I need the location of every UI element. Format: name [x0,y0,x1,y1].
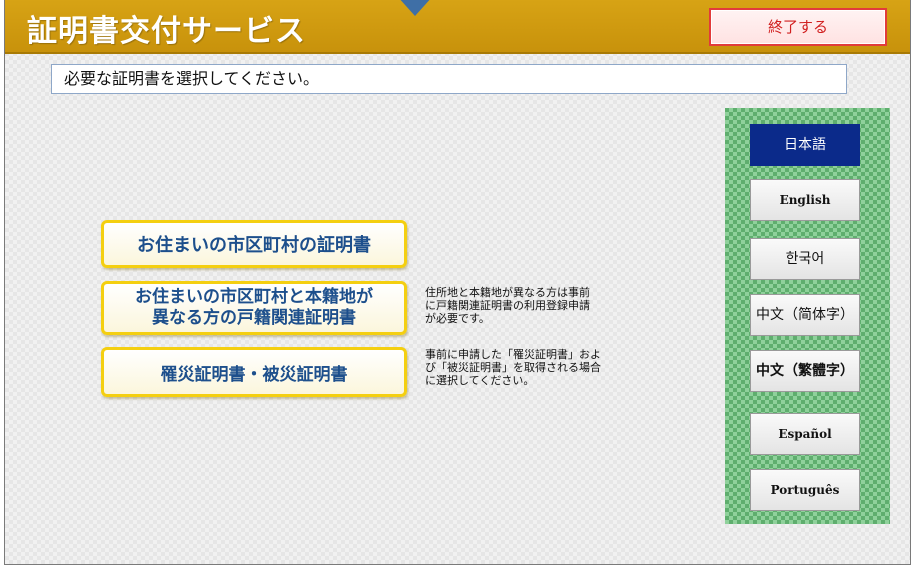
local-certificate-button[interactable]: お住まいの市区町村の証明書 [101,220,407,268]
language-spanish-button[interactable]: Español [750,413,860,455]
family-register-note: 住所地と本籍地が異なる方は事前 に戸籍関連証明書の利用登録申請 が必要です。 [425,286,590,325]
disaster-certificate-note: 事前に申請した「罹災証明書」およ び「被災証明書」を取得される場合 に選択してく… [425,348,601,387]
app-title: 証明書交付サービス [27,14,306,49]
language-japanese-button[interactable]: 日本語 [750,124,860,166]
instruction-text: 必要な証明書を選択してください。 [51,64,847,94]
language-english-button[interactable]: English [750,179,860,221]
bottom-strip [0,566,915,573]
language-chinese-traditional-button[interactable]: 中文（繁體字） [750,350,860,392]
header-bar: 証明書交付サービス 終了する [5,0,910,54]
language-portuguese-button[interactable]: Português [750,469,860,511]
exit-button[interactable]: 終了する [709,8,887,46]
arrow-down-icon [397,0,433,16]
kiosk-screen: 証明書交付サービス 終了する 必要な証明書を選択してください。 お住まいの市区町… [4,0,911,565]
family-register-certificate-button[interactable]: お住まいの市区町村と本籍地が 異なる方の戸籍関連証明書 [101,281,407,335]
language-korean-button[interactable]: 한국어 [750,238,860,280]
language-chinese-simplified-button[interactable]: 中文（简体字） [750,294,860,336]
language-panel: 日本語 English 한국어 中文（简体字） 中文（繁體字） Español … [725,108,890,524]
disaster-certificate-button[interactable]: 罹災証明書・被災証明書 [101,347,407,397]
